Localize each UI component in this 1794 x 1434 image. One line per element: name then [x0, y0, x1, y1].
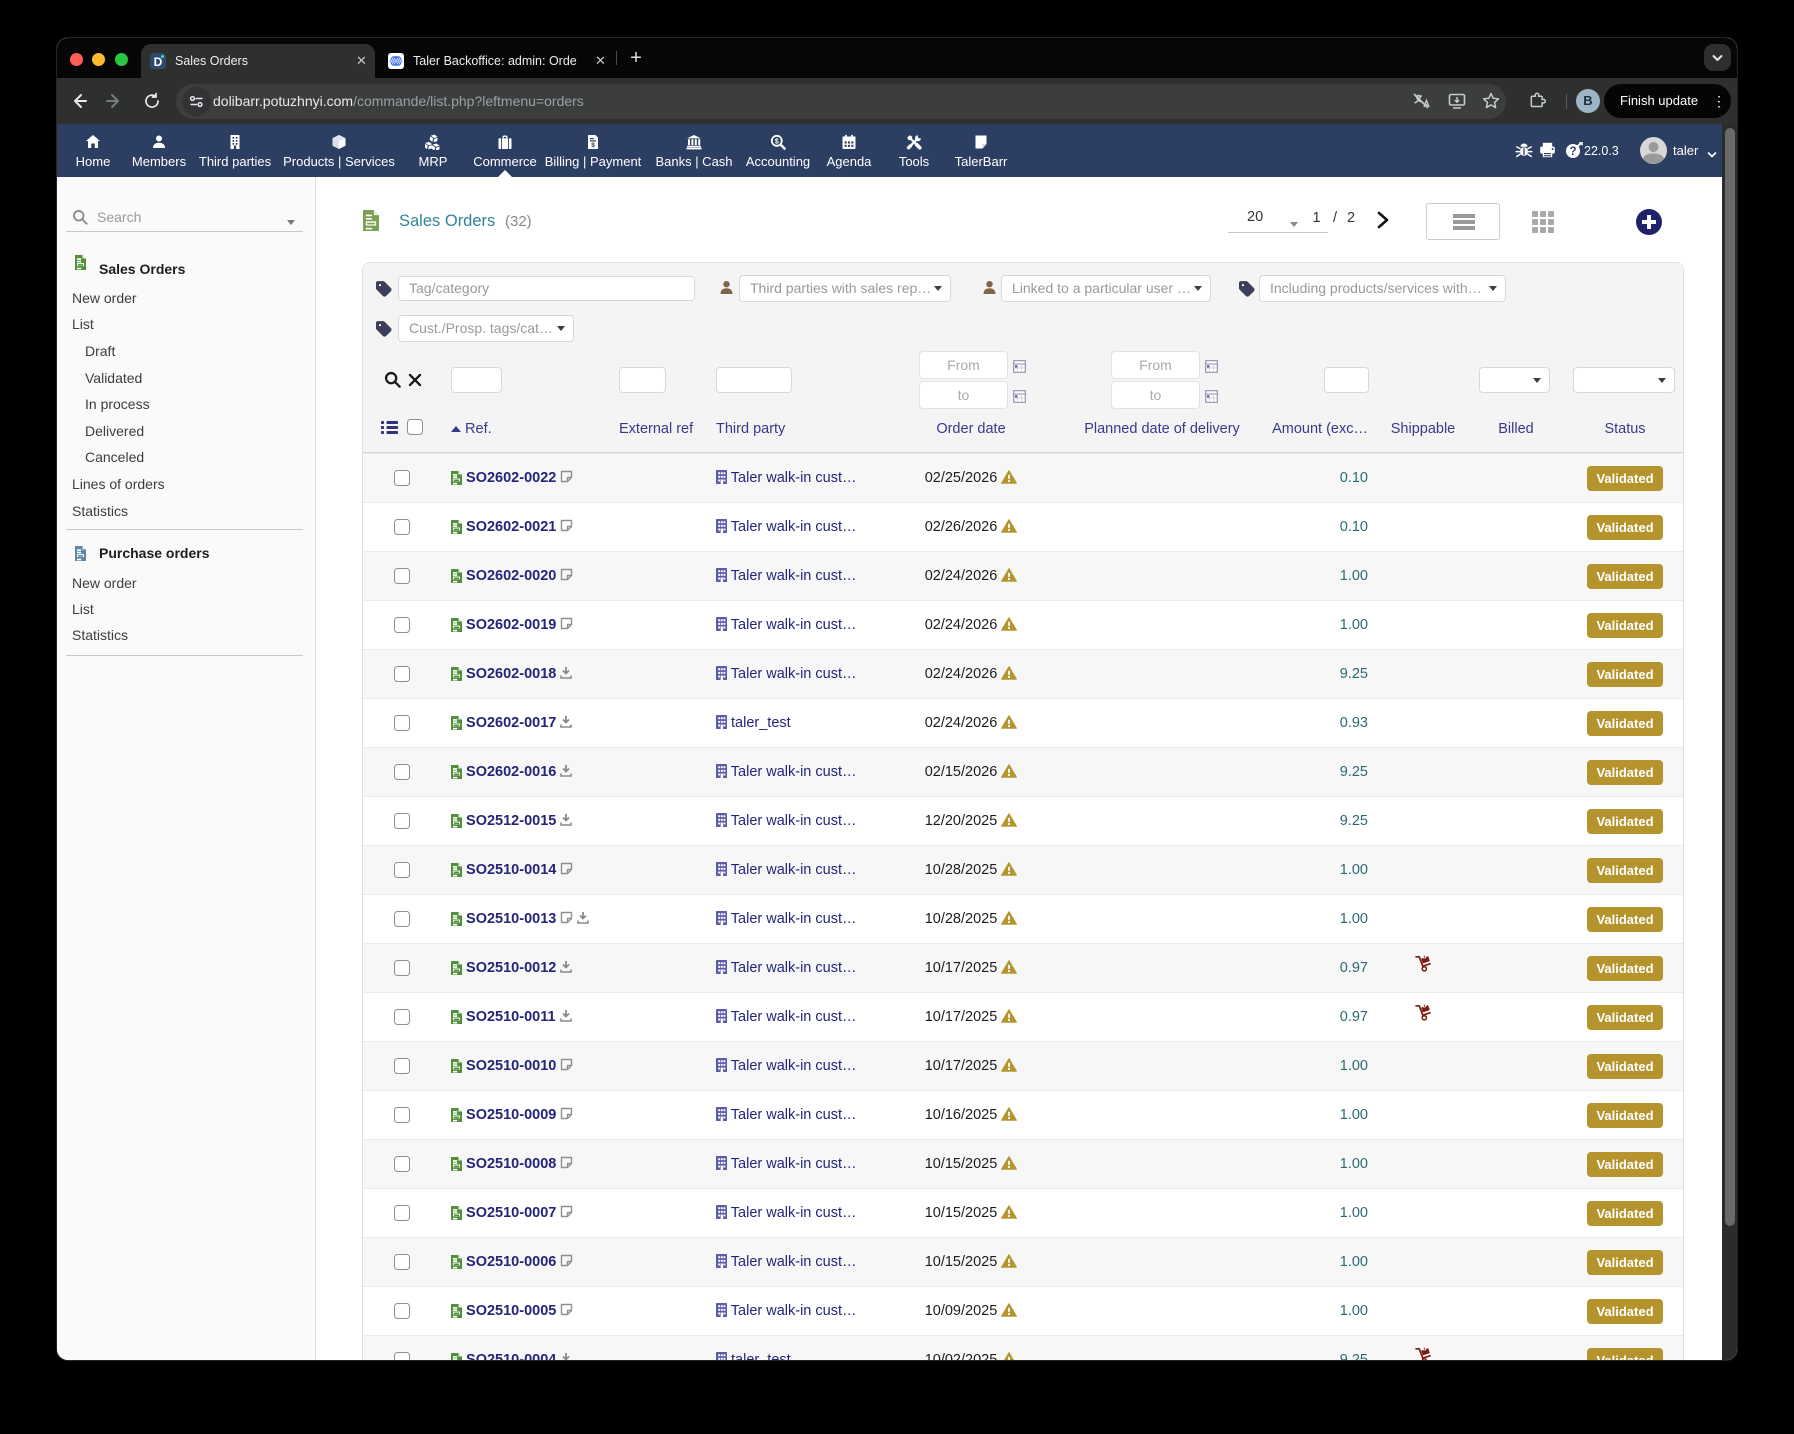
- svg-text:?: ?: [1569, 146, 1576, 158]
- svg-text:$: $: [591, 142, 595, 149]
- svg-text:$: $: [775, 138, 779, 145]
